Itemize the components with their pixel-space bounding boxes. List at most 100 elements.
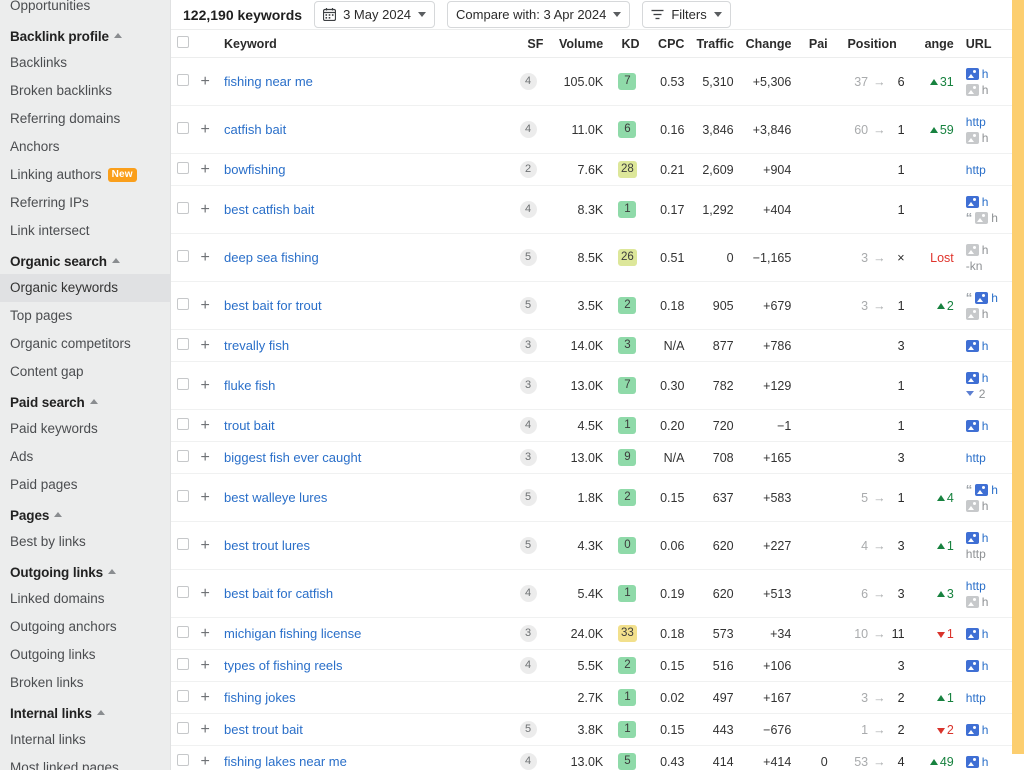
url-cell[interactable]: hh [959,57,1024,106]
table-row[interactable]: + michigan fishing license 3 24.0K 33 0.18 573… [171,617,1024,650]
keyword-link[interactable]: best walleye lures [224,490,327,505]
keyword-link[interactable]: fluke fish [224,378,275,393]
row-select-cell[interactable] [171,745,195,770]
row-expand-cell[interactable]: + [194,617,219,650]
row-checkbox[interactable] [177,378,189,390]
header-position[interactable]: Position [833,29,911,58]
url-text[interactable]: h [991,291,998,305]
row-checkbox[interactable] [177,626,189,638]
url-text[interactable]: http [966,115,986,129]
row-expand-cell[interactable]: + [194,569,219,618]
row-checkbox[interactable] [177,122,189,134]
row-expand-cell[interactable]: + [194,745,219,770]
keyword-cell[interactable]: trout bait [218,409,507,442]
keyword-link[interactable]: fishing near me [224,74,313,89]
sidebar-item-organic-competitors[interactable]: Organic competitors [0,330,170,358]
url-text[interactable]: http [966,691,986,705]
sidebar-group-internal-links[interactable]: Internal links [0,697,170,726]
row-expand-cell[interactable]: + [194,649,219,682]
plus-icon[interactable]: + [201,625,210,641]
plus-icon[interactable]: + [201,121,210,137]
url-line[interactable]: h [965,594,1018,610]
url-cell[interactable]: h [959,649,1024,682]
url-cell[interactable]: h [959,409,1024,442]
keyword-cell[interactable]: types of fishing reels [218,649,507,682]
row-select-cell[interactable] [171,281,195,330]
url-line[interactable]: http [966,162,1018,178]
row-expand-cell[interactable]: + [194,233,219,282]
table-row[interactable]: + fluke fish 3 13.0K 7 0.30 782 +129 1 h 2 [171,361,1024,410]
keyword-cell[interactable]: deep sea fishing [218,233,507,282]
table-row[interactable]: + best walleye lures 5 1.8K 2 0.15 637 +583 5 → 1 4… [171,473,1024,522]
url-line[interactable]: “h [966,290,1018,306]
url-text[interactable]: h [982,755,989,769]
url-text[interactable]: h [982,371,989,385]
plus-icon[interactable]: + [201,689,210,705]
keyword-cell[interactable]: best trout bait [218,713,507,746]
plus-icon[interactable]: + [201,721,210,737]
row-select-cell[interactable] [171,185,195,234]
url-line[interactable]: “h [966,210,1018,226]
keyword-link[interactable]: fishing lakes near me [224,754,347,769]
url-line[interactable]: h [965,242,1018,258]
keyword-cell[interactable]: best bait for trout [218,281,507,330]
url-text[interactable]: h [982,659,989,673]
plus-icon[interactable]: + [201,201,210,217]
row-select-cell[interactable] [171,649,195,682]
table-row[interactable]: + best catfish bait 4 8.3K 1 0.17 1,292 +404 1 h “… [171,185,1024,234]
row-checkbox[interactable] [177,754,189,766]
row-select-cell[interactable] [171,233,195,282]
table-row[interactable]: + best bait for catfish 4 5.4K 1 0.19 620 +513 6… [171,569,1024,618]
url-line[interactable]: 2 [965,386,1018,402]
row-select-cell[interactable] [171,617,195,650]
row-checkbox[interactable] [177,658,189,670]
filters-button[interactable]: Filters [642,1,731,28]
sidebar-group-pages[interactable]: Pages [0,499,170,528]
header-cpc[interactable]: CPC [645,29,691,58]
row-select-cell[interactable] [171,521,195,570]
row-expand-cell[interactable]: + [194,409,219,442]
select-all-checkbox[interactable] [177,36,189,48]
url-cell[interactable]: http [959,441,1024,474]
row-expand-cell[interactable]: + [194,329,219,362]
sidebar-item-anchors[interactable]: Anchors [0,133,170,161]
header-keyword[interactable]: Keyword [218,29,507,58]
url-text[interactable]: h [982,195,989,209]
row-checkbox[interactable] [177,418,189,430]
url-line[interactable]: “h [966,482,1018,498]
url-text[interactable]: http [966,579,986,593]
sidebar-item-linking-authors[interactable]: Linking authors New [0,161,170,189]
url-cell[interactable]: h [959,745,1024,770]
keyword-link[interactable]: michigan fishing license [224,626,361,641]
url-text[interactable]: h [982,83,989,97]
sidebar-item-content-gap[interactable]: Content gap [0,358,170,386]
row-expand-cell[interactable]: + [194,185,219,234]
table-row[interactable]: + fishing lakes near me 4 13.0K 5 0.43 414 +414… [171,745,1024,770]
keyword-link[interactable]: best catfish bait [224,202,314,217]
url-cell[interactable]: http [959,681,1024,714]
url-line[interactable]: http [966,690,1018,706]
keyword-cell[interactable]: best catfish bait [218,185,507,234]
row-expand-cell[interactable]: + [194,681,219,714]
sidebar-item-outgoing-links[interactable]: Outgoing links [0,641,170,669]
sidebar-item-broken-backlinks[interactable]: Broken backlinks [0,77,170,105]
keyword-cell[interactable]: biggest fish ever caught [218,441,507,474]
plus-icon[interactable]: + [201,537,210,553]
sidebar-item-outgoing-anchors[interactable]: Outgoing anchors [0,613,170,641]
plus-icon[interactable]: + [201,489,210,505]
row-select-cell[interactable] [171,473,195,522]
row-select-cell[interactable] [171,361,195,410]
header-position-change[interactable]: ange [910,29,960,58]
row-checkbox[interactable] [177,490,189,502]
url-line[interactable]: h [965,754,1018,770]
url-text[interactable]: h [982,131,989,145]
row-expand-cell[interactable]: + [194,441,219,474]
keyword-cell[interactable]: best walleye lures [218,473,507,522]
url-line[interactable]: h [965,626,1018,642]
table-row[interactable]: + best bait for trout 5 3.5K 2 0.18 905 +679 3 → 1… [171,281,1024,330]
plus-icon[interactable]: + [201,73,210,89]
plus-icon[interactable]: + [201,657,210,673]
url-text[interactable]: http [966,451,986,465]
row-checkbox[interactable] [177,538,189,550]
url-cell[interactable]: h [959,713,1024,746]
